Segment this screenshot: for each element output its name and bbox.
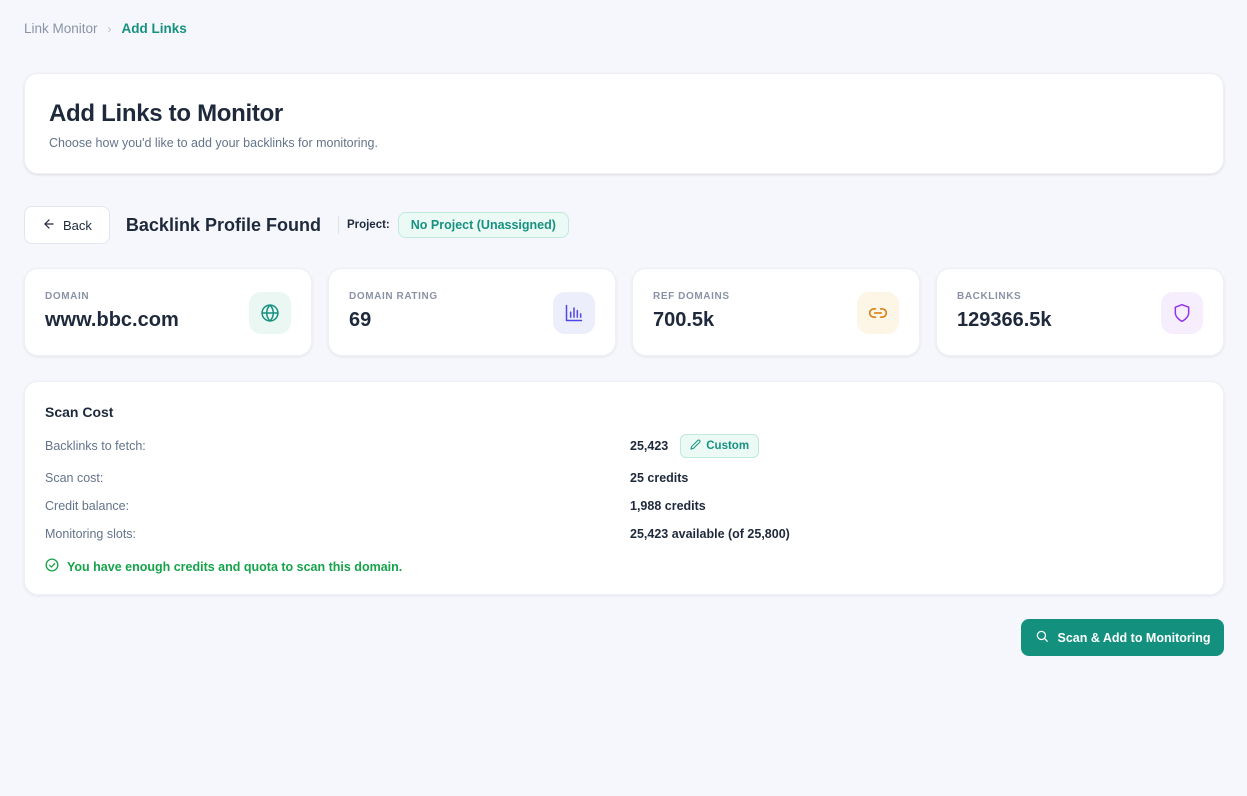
cost-row-backlinks: Backlinks to fetch: 25,423 Custom	[45, 434, 1203, 458]
project-badge[interactable]: No Project (Unassigned)	[397, 212, 569, 238]
cost-row-monitoring-slots: Monitoring slots: 25,423 available (of 2…	[45, 522, 1203, 546]
project-label: Project:	[346, 219, 390, 231]
scan-cost-card: Scan Cost Backlinks to fetch: 25,423 Cus…	[24, 381, 1224, 595]
status-message-text: You have enough credits and quota to sca…	[67, 559, 403, 574]
row-value: 25,423 available (of 25,800)	[630, 527, 790, 541]
back-button-label: Back	[63, 217, 92, 233]
globe-icon	[249, 292, 291, 334]
cost-row-credit-balance: Credit balance: 1,988 credits	[45, 494, 1203, 518]
row-label: Backlinks to fetch:	[45, 439, 146, 453]
row-label: Credit balance:	[45, 499, 130, 513]
stat-card-domain: DOMAIN www.bbc.com	[24, 268, 312, 356]
row-label: Scan cost:	[45, 471, 104, 485]
breadcrumb: Link Monitor › Add Links	[24, 21, 187, 36]
search-icon	[1035, 629, 1049, 646]
status-message: You have enough credits and quota to sca…	[45, 558, 402, 575]
stat-card-domain-rating: DOMAIN RATING 69	[328, 268, 616, 356]
arrow-left-icon	[42, 217, 56, 234]
pencil-icon	[690, 439, 701, 453]
chevron-right-icon: ›	[107, 21, 112, 36]
row-value: 25 credits	[630, 471, 689, 485]
cost-row-scan-cost: Scan cost: 25 credits	[45, 466, 1203, 490]
profile-toolbar: Back Backlink Profile Found Project: No …	[24, 206, 569, 244]
page-subtitle: Choose how you'd like to add your backli…	[49, 136, 378, 150]
profile-title: Backlink Profile Found	[125, 214, 321, 235]
back-button[interactable]: Back	[24, 206, 110, 244]
row-value: 25,423 Custom	[630, 434, 760, 458]
custom-button[interactable]: Custom	[680, 434, 760, 458]
stat-card-ref-domains: REF DOMAINS 700.5k	[632, 268, 920, 356]
scan-add-monitoring-button[interactable]: Scan & Add to Monitoring	[1021, 619, 1224, 656]
stat-card-backlinks: BACKLINKS 129366.5k	[936, 268, 1224, 356]
custom-label: Custom	[706, 440, 750, 452]
link-icon	[857, 292, 899, 334]
header-card: Add Links to Monitor Choose how you'd li…	[24, 73, 1224, 174]
row-value: 1,988 credits	[630, 499, 706, 513]
breadcrumb-current: Add Links	[121, 21, 187, 36]
shield-icon	[1161, 292, 1203, 334]
breadcrumb-link-monitor[interactable]: Link Monitor	[24, 21, 98, 36]
check-circle-icon	[45, 558, 59, 575]
scan-button-label: Scan & Add to Monitoring	[1057, 630, 1211, 645]
scan-cost-title: Scan Cost	[45, 404, 114, 420]
divider	[337, 216, 339, 234]
page-title: Add Links to Monitor	[49, 100, 283, 127]
row-label: Monitoring slots:	[45, 527, 137, 541]
bar-chart-icon	[553, 292, 595, 334]
stats-row: DOMAIN www.bbc.com DOMAIN RATING 69 REF …	[24, 268, 1224, 356]
backlinks-to-fetch-value: 25,423	[630, 439, 669, 453]
